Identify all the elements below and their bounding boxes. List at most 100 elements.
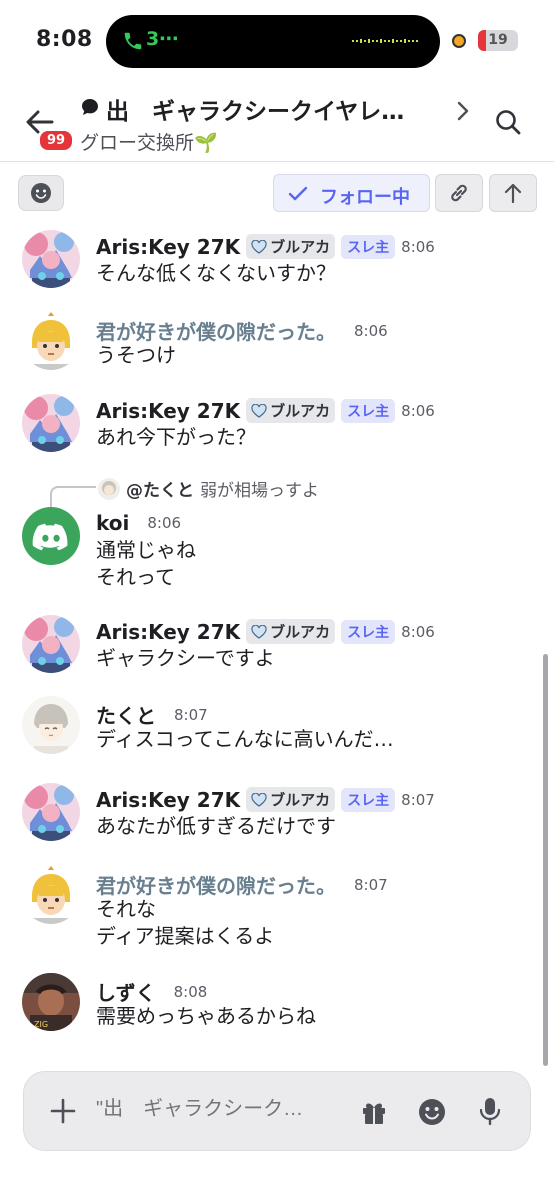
author-name[interactable]: 君が好きが僕の隙だった。 [96,316,336,345]
server-tag[interactable]: ブルアカ [246,619,336,644]
message-line: ディスコってこんなに高いんだ… [96,727,394,751]
reply-reference[interactable]: @たくと 弱が相場っすよ [98,476,319,501]
reply-connector [50,486,96,508]
scrollbar[interactable] [543,654,548,1066]
plus-icon[interactable] [48,1096,78,1126]
battery-icon: 19 [478,30,518,51]
audio-wave-icon [352,39,418,43]
message-line: 需要めっちゃあるからね [96,1004,316,1028]
svg-text:ZIG: ZIG [34,1020,48,1029]
recording-indicator-icon [452,34,466,48]
timestamp: 8:08 [173,982,208,1001]
heart-icon [251,403,267,418]
timestamp: 8:07 [174,705,208,724]
author-name[interactable]: Aris:Key 27K [96,620,240,644]
emoji-icon[interactable] [417,1097,447,1127]
discord-icon [32,523,68,551]
message-line: それって [96,565,175,589]
phone-icon [124,32,142,50]
server-tag[interactable]: ブルアカ [246,787,336,812]
server-tag[interactable]: ブルアカ [246,398,336,423]
timestamp: 8:06 [401,401,435,420]
op-badge: スレ主 [341,398,396,423]
heart-icon [251,239,267,254]
timestamp: 8:06 [147,514,182,532]
reply-username: @たくと [126,481,194,501]
timestamp: 8:07 [354,875,388,894]
avatar[interactable] [22,507,80,565]
author-line: koi 8:06 [96,511,181,535]
status-bar: 8:08 3⋯ 19 [0,0,554,82]
avatar[interactable] [22,394,80,452]
avatar[interactable] [22,783,80,841]
avatar[interactable] [22,696,80,754]
follow-label: フォロー中 [320,187,410,208]
thread-action-row: フォロー中 [0,170,554,216]
server-tag-label: ブルアカ [270,791,331,809]
link-icon [451,184,467,202]
timestamp: 8:06 [354,321,388,340]
timestamp: 8:07 [401,790,435,809]
chevron-right-icon[interactable] [452,98,474,124]
author-line: Aris:Key 27K ブルアカ スレ主 8:07 [96,787,435,812]
author-name[interactable]: Aris:Key 27K [96,399,240,423]
add-reaction-button[interactable] [18,175,64,211]
author-name[interactable]: たくと [96,700,156,729]
message-line: ディア提案はくるよ [96,924,275,948]
status-time: 8:08 [36,27,93,52]
author-line: しずく 8:08 [96,977,207,1006]
author-line: Aris:Key 27K ブルアカ スレ主 8:06 [96,398,435,423]
message-line: 通常じゃね [96,538,196,562]
smiley-icon [31,183,51,203]
server-tag[interactable]: ブルアカ [246,234,336,259]
copy-link-button[interactable] [435,174,483,212]
reply-avatar [98,477,120,500]
author-name[interactable]: 君が好きが僕の隙だった。 [96,870,336,899]
author-name[interactable]: しずく [96,977,156,1006]
timestamp: 8:06 [401,622,435,641]
message-line: うそつけ [96,343,176,367]
author-line: Aris:Key 27K ブルアカ スレ主 8:06 [96,234,435,259]
gift-icon[interactable] [360,1098,388,1126]
author-line: 君が好きが僕の隙だった。 8:06 [96,316,388,345]
microphone-icon[interactable] [479,1096,501,1126]
dynamic-island[interactable]: 3⋯ [106,15,440,68]
message-line: あれ今下がった？ [96,425,256,449]
unread-badge: 99 [38,129,75,152]
message-input[interactable] [96,1098,336,1121]
op-badge: スレ主 [341,619,396,644]
avatar[interactable] [22,866,80,924]
server-tag-label: ブルアカ [270,402,331,420]
op-badge: スレ主 [341,787,396,812]
follow-button[interactable]: フォロー中 [273,174,430,212]
server-tag-label: ブルアカ [270,238,331,256]
speech-bubble-icon [82,99,98,115]
battery-fill [478,30,486,51]
thread-header: 99 出 ギャラクシークイヤレ… グロー交換所🌱 [0,82,554,162]
author-line: たくと 8:07 [96,700,208,729]
arrow-up-icon [504,183,522,204]
author-line: Aris:Key 27K ブルアカ スレ主 8:06 [96,619,435,644]
thread-title[interactable]: 出 ギャラクシークイヤレ… [106,92,446,126]
battery-level: 19 [488,32,508,48]
checkmark-icon [288,186,308,201]
message-composer [23,1071,531,1151]
avatar[interactable] [22,615,80,673]
message-line: そんな低くなくないすか？ [96,261,336,285]
server-tag-label: ブルアカ [270,623,331,641]
message-line: ギャラクシーですよ [96,646,275,670]
reply-snippet: 弱が相場っすよ [200,481,319,501]
author-name[interactable]: Aris:Key 27K [96,788,240,812]
scroll-top-button[interactable] [489,174,537,212]
author-name[interactable]: Aris:Key 27K [96,235,240,259]
channel-name[interactable]: グロー交換所🌱 [80,128,218,155]
message-line: あなたが低すぎるだけです [96,814,336,838]
search-icon[interactable] [494,108,522,136]
op-badge: スレ主 [341,234,396,259]
heart-icon [251,792,267,807]
author-name[interactable]: koi [96,511,129,535]
avatar[interactable] [22,230,80,288]
avatar[interactable] [22,312,80,370]
message-line: それな [96,897,156,921]
avatar[interactable]: ZIG [22,973,80,1031]
